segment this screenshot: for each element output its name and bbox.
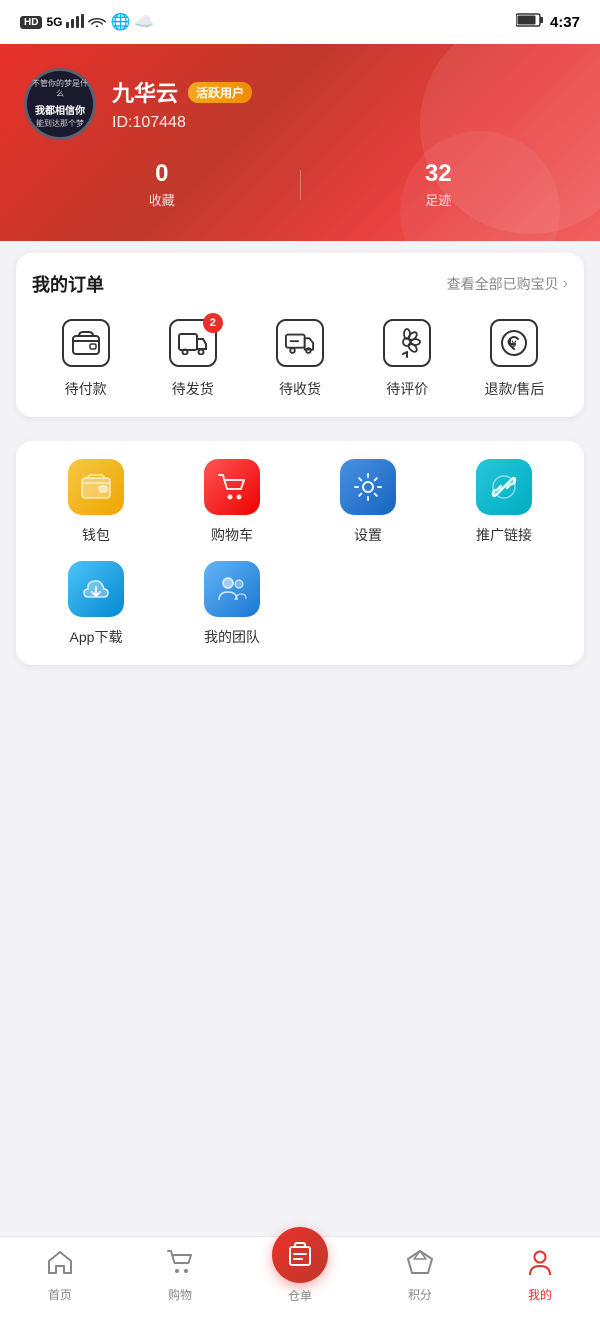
footprints-label: 足迹 xyxy=(301,190,577,209)
tool-label-team: 我的团队 xyxy=(204,627,260,647)
person-icon xyxy=(526,1249,554,1282)
download-tool-icon xyxy=(68,561,124,617)
profile-name-row: 九华云 活跃用户 xyxy=(112,76,252,108)
chevron-right-icon: › xyxy=(563,275,568,293)
order-pending-delivery[interactable]: 待收货 xyxy=(246,317,353,399)
avatar[interactable]: 不管你的梦是什么 我都相信你 能到达那个梦 xyxy=(24,68,96,140)
stat-footprints[interactable]: 32 足迹 xyxy=(301,160,577,209)
order-refund[interactable]: ¥ 退款/售后 xyxy=(461,317,568,399)
nav-home[interactable]: 首页 xyxy=(0,1249,120,1303)
cart-tool-icon xyxy=(204,459,260,515)
svg-text:¥: ¥ xyxy=(512,339,517,349)
nav-points[interactable]: 积分 xyxy=(360,1249,480,1303)
nav-shop[interactable]: 购物 xyxy=(120,1249,240,1303)
home-icon xyxy=(46,1249,74,1282)
delivery-icon xyxy=(276,319,324,367)
tool-my-team[interactable]: 我的团队 xyxy=(168,561,296,647)
status-bar: HD 5G 🌐 ☁️ xyxy=(0,0,600,44)
diamond-icon xyxy=(406,1249,434,1282)
order-label-delivery: 待收货 xyxy=(279,379,321,399)
tool-label-wallet: 钱包 xyxy=(82,525,110,545)
tool-promo-link[interactable]: 推广链接 xyxy=(440,459,568,545)
nav-shop-label: 购物 xyxy=(168,1286,192,1303)
tool-label-download: App下载 xyxy=(70,627,123,647)
signal-5g: 5G xyxy=(46,15,62,29)
profile-banner: 不管你的梦是什么 我都相信你 能到达那个梦 九华云 活跃用户 ID:107448… xyxy=(0,44,600,241)
tool-label-promo: 推广链接 xyxy=(476,525,532,545)
order-items: 待付款 2 待发货 xyxy=(32,317,568,399)
order-label-dispatch: 待发货 xyxy=(172,379,214,399)
tool-cart[interactable]: 购物车 xyxy=(168,459,296,545)
bottom-nav: 首页 购物 仓单 积分 xyxy=(0,1236,600,1320)
battery-icon xyxy=(516,13,544,31)
status-left: HD 5G 🌐 ☁️ xyxy=(20,12,154,32)
cart-nav-icon xyxy=(166,1249,194,1282)
wallet-tool-icon xyxy=(68,459,124,515)
content-area xyxy=(0,677,600,1236)
nav-warehouse-label: 仓单 xyxy=(288,1287,312,1304)
order-icon-wrap-dispatch: 2 xyxy=(167,317,219,369)
dispatch-badge: 2 xyxy=(203,313,223,333)
settings-tool-icon xyxy=(340,459,396,515)
tool-wallet[interactable]: 钱包 xyxy=(32,459,160,545)
avatar-line3: 能到达那个梦 xyxy=(34,117,86,131)
status-right: 4:37 xyxy=(516,13,580,31)
avatar-line1: 不管你的梦是什么 xyxy=(27,77,93,102)
profile-info: 九华云 活跃用户 ID:107448 xyxy=(112,76,252,132)
profile-stats: 0 收藏 32 足迹 xyxy=(24,160,576,209)
wifi-icon xyxy=(88,14,106,31)
order-label-payment: 待付款 xyxy=(65,379,107,399)
collections-label: 收藏 xyxy=(24,190,300,209)
order-header: 我的订单 查看全部已购宝贝 › xyxy=(32,271,568,297)
active-badge: 活跃用户 xyxy=(188,82,252,103)
wallet-icon xyxy=(62,319,110,367)
view-all-orders[interactable]: 查看全部已购宝贝 › xyxy=(447,274,568,294)
order-label-refund: 退款/售后 xyxy=(484,379,544,399)
review-icon xyxy=(383,319,431,367)
signal-bars xyxy=(66,14,84,31)
order-label-review: 待评价 xyxy=(386,379,428,399)
refund-icon: ¥ xyxy=(490,319,538,367)
order-icon-wrap-review xyxy=(381,317,433,369)
stat-collections[interactable]: 0 收藏 xyxy=(24,160,300,209)
tools-grid: 钱包 购物车 设置 xyxy=(32,459,568,647)
tool-label-settings: 设置 xyxy=(354,525,382,545)
cloud-icon: ☁️ xyxy=(134,12,154,32)
profile-top: 不管你的梦是什么 我都相信你 能到达那个梦 九华云 活跃用户 ID:107448 xyxy=(24,68,576,140)
tool-label-cart: 购物车 xyxy=(211,525,253,545)
tools-card: 钱包 购物车 设置 xyxy=(16,441,584,665)
footprints-count: 32 xyxy=(301,160,577,188)
globe-icon: 🌐 xyxy=(110,12,130,32)
nav-home-label: 首页 xyxy=(48,1286,72,1303)
tool-app-download[interactable]: App下载 xyxy=(32,561,160,647)
view-all-label: 查看全部已购宝贝 xyxy=(447,274,559,294)
team-tool-icon xyxy=(204,561,260,617)
profile-name: 九华云 xyxy=(112,76,178,108)
collections-count: 0 xyxy=(24,160,300,188)
order-title: 我的订单 xyxy=(32,271,104,297)
avatar-line2: 我都相信你 xyxy=(35,102,85,117)
order-icon-wrap-refund: ¥ xyxy=(488,317,540,369)
order-pending-dispatch[interactable]: 2 待发货 xyxy=(139,317,246,399)
nav-warehouse[interactable]: 仓单 xyxy=(240,1247,360,1304)
nav-mine-label: 我的 xyxy=(528,1286,552,1303)
order-icon-wrap-delivery xyxy=(274,317,326,369)
orders-card: 我的订单 查看全部已购宝贝 › 待付款 xyxy=(16,253,584,417)
warehouse-center-btn[interactable] xyxy=(272,1227,328,1283)
tool-settings[interactable]: 设置 xyxy=(304,459,432,545)
order-icon-wrap-payment xyxy=(60,317,112,369)
nav-points-label: 积分 xyxy=(408,1286,432,1303)
hd-badge: HD xyxy=(20,16,42,29)
order-pending-payment[interactable]: 待付款 xyxy=(32,317,139,399)
link-tool-icon xyxy=(476,459,532,515)
time: 4:37 xyxy=(550,14,580,31)
profile-id: ID:107448 xyxy=(112,114,252,132)
order-pending-review[interactable]: 待评价 xyxy=(354,317,461,399)
nav-mine[interactable]: 我的 xyxy=(480,1249,600,1303)
